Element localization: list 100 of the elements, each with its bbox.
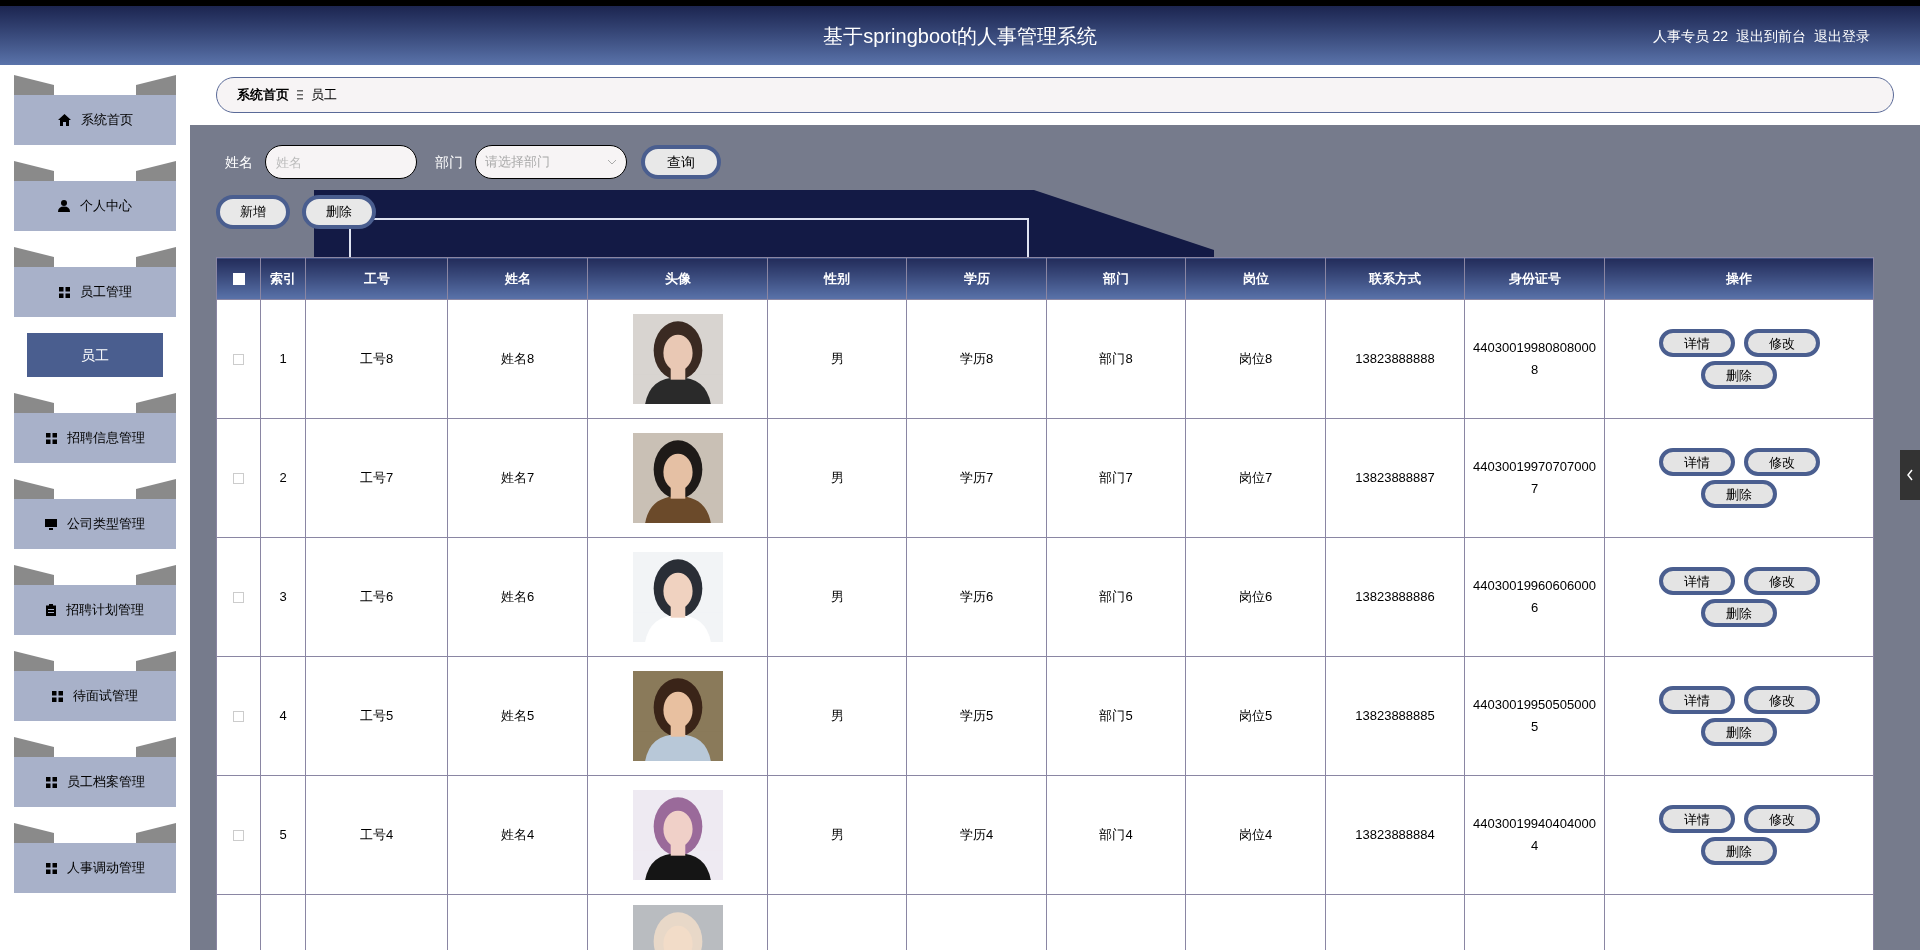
row-action-button[interactable]: 修改 [1743,329,1820,357]
table-cell: 姓名8 [447,299,588,419]
select-all-checkbox[interactable] [232,273,245,286]
column-header: 学历 [906,257,1047,300]
table-cell: 学历5 [906,656,1047,776]
table-cell: 岗位8 [1185,299,1326,419]
table-cell: 4 [260,656,306,776]
ribbon-fold [14,651,54,671]
column-header: 岗位 [1185,257,1326,300]
action-button[interactable]: 删除 [302,195,376,229]
row-checkbox[interactable] [233,592,244,604]
row-checkbox[interactable] [233,830,244,842]
column-header: 联系方式 [1325,257,1465,300]
table-cell: 姓名4 [447,775,588,895]
table-cell: 姓名7 [447,418,588,538]
row-action-button[interactable]: 详情 [1658,805,1735,833]
table-cell: 岗位5 [1185,656,1326,776]
row-action-button[interactable]: 删除 [1701,718,1777,746]
sidebar-item[interactable]: 员工档案管理 [14,757,176,807]
table-cell: 440300199606060006 [1464,537,1605,657]
header-link[interactable]: 退出登录 [1814,26,1870,47]
table-cell: 部门6 [1046,537,1186,657]
row-action-button[interactable]: 修改 [1743,805,1820,833]
ribbon-fold [136,393,176,413]
sidebar-item[interactable]: 待面试管理 [14,671,176,721]
grid-icon [45,776,57,788]
clipboard-icon [46,604,56,616]
field-label: 姓名 [225,152,253,172]
table-cell: 部门5 [1046,656,1186,776]
table-cell: 工号4 [305,775,448,895]
sidebar-item[interactable]: 招聘信息管理 [14,413,176,463]
table-cell: 部门4 [1046,775,1186,895]
table-cell: 440300199404040004 [1464,775,1605,895]
row-action-button[interactable]: 删除 [1701,599,1777,627]
user-name: 人事专员 22 [1652,27,1728,46]
table-cell: 男 [767,775,907,895]
row-action-button[interactable]: 详情 [1658,329,1735,357]
sidebar-subitem[interactable]: 员工 [27,333,163,377]
ribbon-fold [136,565,176,585]
sidebar-item[interactable]: 招聘计划管理 [14,585,176,635]
row-checkbox[interactable] [233,711,244,723]
ribbon-fold [14,161,54,181]
row-action-button[interactable]: 修改 [1743,448,1820,476]
ribbon-fold [14,393,54,413]
table-cell: 岗位4 [1185,775,1326,895]
search-button[interactable]: 查询 [641,145,721,179]
home-icon [57,114,71,126]
row-checkbox[interactable] [233,354,244,366]
ribbon-fold [136,75,176,95]
row-action-button[interactable]: 删除 [1701,837,1777,865]
row-action-button[interactable]: 详情 [1658,567,1735,595]
row-action-button[interactable]: 修改 [1743,567,1820,595]
sidebar-item[interactable]: 员工管理 [14,267,176,317]
table-cell: 男 [767,537,907,657]
chevron-down-icon [607,159,617,165]
grid-icon [58,286,70,298]
ribbon-fold [14,565,54,585]
action-button[interactable]: 新增 [216,195,290,229]
ribbon-fold [136,737,176,757]
row-action-button[interactable]: 修改 [1743,686,1820,714]
table-cell: 13823888887 [1325,418,1465,538]
table-cell: 姓名6 [447,537,588,657]
collapse-button[interactable] [1900,450,1920,500]
ribbon-fold [136,479,176,499]
breadcrumb-link[interactable]: 系统首页 [237,85,289,105]
row-action-button[interactable]: 删除 [1701,361,1777,389]
ribbon-fold [14,247,54,267]
table-cell: 13823888884 [1325,775,1465,895]
table-cell: 岗位6 [1185,537,1326,657]
sidebar-item[interactable]: 个人中心 [14,181,176,231]
breadcrumb-link[interactable]: 员工 [311,85,337,105]
column-header: 工号 [305,257,448,300]
ribbon-fold [136,247,176,267]
header-link[interactable]: 退出到前台 [1736,26,1806,47]
table-cell: 1 [260,299,306,419]
separator-icon [297,90,303,100]
sidebar-item[interactable]: 人事调动管理 [14,843,176,893]
grid-icon [52,690,63,702]
table-cell: 男 [767,656,907,776]
table-cell: 学历7 [906,418,1047,538]
row-checkbox[interactable] [233,473,244,485]
table-cell: 学历4 [906,775,1047,895]
sidebar-item[interactable]: 公司类型管理 [14,499,176,549]
grid-icon [45,432,57,444]
sidebar-item[interactable]: 系统首页 [14,95,176,145]
ribbon-fold [14,737,54,757]
table-cell: 工号5 [305,656,448,776]
table-cell: 部门7 [1046,418,1186,538]
column-header: 性别 [767,257,907,300]
row-action-button[interactable]: 详情 [1658,448,1735,476]
ribbon-fold [14,823,54,843]
row-action-button[interactable]: 详情 [1658,686,1735,714]
row-action-button[interactable]: 删除 [1701,480,1777,508]
table-cell: 工号7 [305,418,448,538]
table-cell: 440300199505050005 [1464,656,1605,776]
table-cell: 部门8 [1046,299,1186,419]
ribbon-fold [14,75,54,95]
table-cell: 学历8 [906,299,1047,419]
field-label: 部门 [435,152,463,172]
table-cell: 13823888888 [1325,299,1465,419]
